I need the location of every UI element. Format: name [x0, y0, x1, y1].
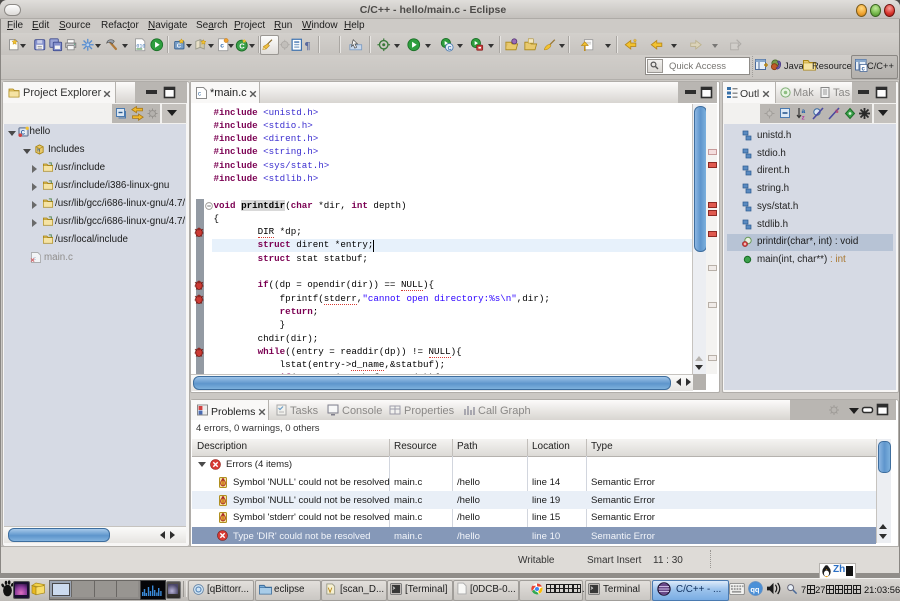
svg-text:C: C — [239, 42, 245, 51]
svg-text:h: h — [37, 147, 40, 152]
svg-text:qq: qq — [750, 585, 760, 594]
svg-text:s: s — [835, 108, 839, 115]
svg-text:c: c — [220, 42, 224, 49]
svg-text:c: c — [198, 92, 201, 98]
svg-text:C: C — [448, 46, 452, 52]
svg-text:¶: ¶ — [305, 40, 311, 52]
svg-text:C: C — [177, 44, 182, 50]
